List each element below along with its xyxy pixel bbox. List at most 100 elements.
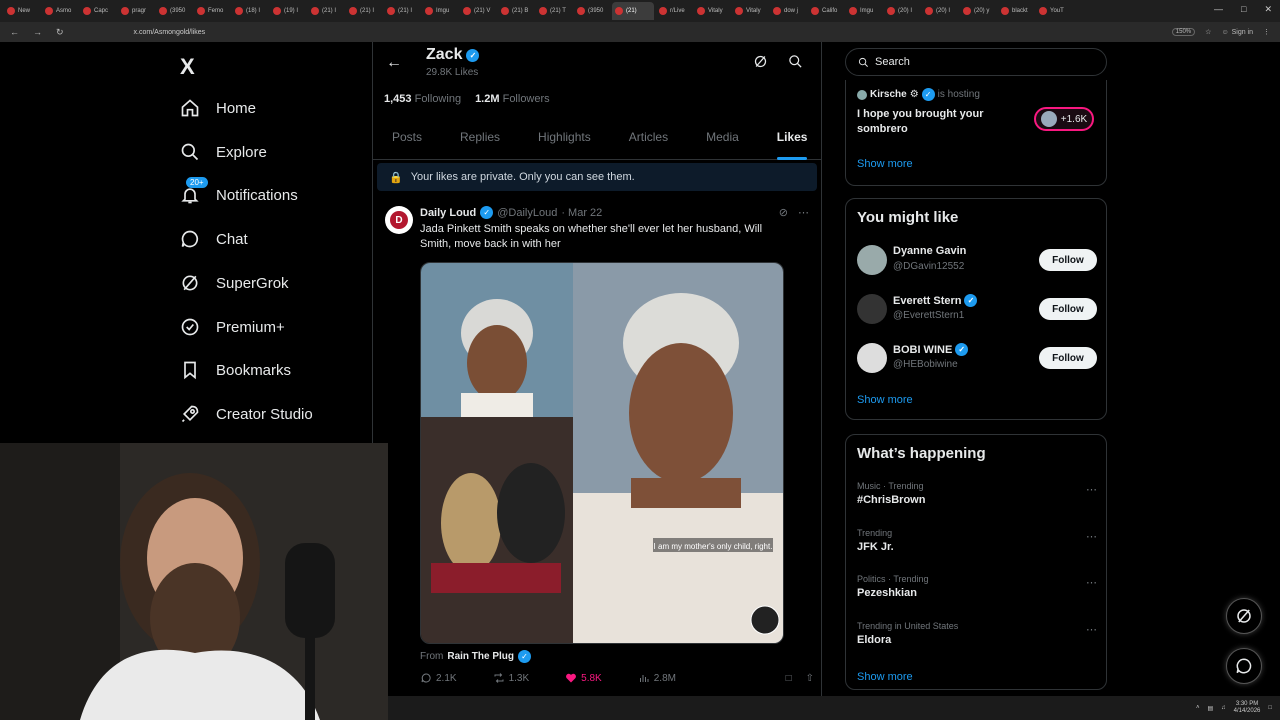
grok-header-icon[interactable]	[753, 54, 768, 69]
browser-tab[interactable]: (19) I	[270, 2, 306, 20]
search-header-icon[interactable]	[788, 54, 803, 69]
browser-tab[interactable]: (3950	[156, 2, 192, 20]
browser-tab[interactable]: (21) B	[498, 2, 534, 20]
tweet-media[interactable]: I am my mother's only child, right.	[420, 262, 784, 644]
browser-tab[interactable]: (21)	[612, 2, 654, 20]
tab-likes[interactable]: Likes	[758, 130, 827, 160]
show-more-spaces[interactable]: Show more	[857, 158, 913, 170]
browser-tab[interactable]: (21) I	[346, 2, 382, 20]
browser-tab[interactable]: (20) y	[960, 2, 996, 20]
network-icon[interactable]: ▤	[1208, 705, 1214, 712]
browser-tab[interactable]: Capc	[80, 2, 116, 20]
reply-button[interactable]: 2.1K	[420, 672, 457, 684]
more-options-icon[interactable]: ⋯	[798, 206, 809, 219]
followers-link[interactable]: 1.2M Followers	[475, 93, 550, 105]
space-host-name[interactable]: Kirsche	[870, 89, 907, 100]
share-icon[interactable]: ⇧	[806, 673, 814, 684]
nav-item-explore[interactable]: Explore	[180, 142, 267, 162]
views-button[interactable]: 2.8M	[638, 672, 676, 684]
browser-tab[interactable]: r/Live	[656, 2, 692, 20]
messages-fab[interactable]	[1226, 648, 1262, 684]
nav-item-home[interactable]: Home	[180, 98, 256, 118]
browser-tab[interactable]: Imgu	[422, 2, 458, 20]
browser-tab[interactable]: YouT	[1036, 2, 1072, 20]
more-options-icon[interactable]: ⋯	[1086, 483, 1097, 496]
browser-tab[interactable]: (21) I	[384, 2, 420, 20]
browser-tab[interactable]: Vitaly	[732, 2, 768, 20]
search-input[interactable]: Search	[845, 48, 1107, 76]
browser-tab[interactable]: (20) I	[884, 2, 920, 20]
url-field[interactable]: x.com/Asmongold/likes	[134, 29, 206, 36]
nav-item-premium[interactable]: Premium+	[180, 317, 285, 337]
like-button[interactable]: 5.8K	[565, 672, 602, 684]
repost-button[interactable]: 1.3K	[493, 672, 529, 684]
trend-item[interactable]: Trending in United States Eldora ⋯	[857, 621, 1097, 646]
back-arrow-icon[interactable]: ←	[386, 54, 402, 72]
browser-tab[interactable]: Asmo	[42, 2, 78, 20]
browser-tab[interactable]: Vitaly	[694, 2, 730, 20]
follow-button[interactable]: Follow	[1039, 347, 1097, 369]
trend-item[interactable]: Trending JFK Jr. ⋯	[857, 528, 1097, 553]
suggested-user[interactable]: Everett Stern ✓ @EverettStern1 Follow	[857, 292, 1097, 328]
suggested-user[interactable]: BOBI WINE ✓ @HEBobiwine Follow	[857, 341, 1097, 377]
browser-tab[interactable]: blackt	[998, 2, 1034, 20]
tab-highlights[interactable]: Highlights	[519, 130, 610, 160]
more-options-icon[interactable]: ⋯	[1086, 623, 1097, 636]
volume-icon[interactable]: ♫	[1221, 705, 1226, 711]
trend-item[interactable]: Politics · Trending Pezeshkian ⋯	[857, 574, 1097, 599]
zoom-level[interactable]: 150%	[1171, 28, 1196, 36]
browser-tab[interactable]: (20) I	[922, 2, 958, 20]
tweet-author[interactable]: Daily Loud	[420, 207, 476, 219]
tab-posts[interactable]: Posts	[373, 130, 441, 160]
trend-item[interactable]: Music · Trending #ChrisBrown ⋯	[857, 481, 1097, 506]
star-icon[interactable]: ☆	[1205, 28, 1211, 36]
menu-icon[interactable]: ⋮	[1263, 28, 1270, 36]
browser-tab[interactable]: pragr	[118, 2, 154, 20]
grok-fab[interactable]	[1226, 598, 1262, 634]
minimize-icon[interactable]: —	[1214, 4, 1223, 15]
nav-item-supergrok[interactable]: SuperGrok	[180, 273, 289, 293]
x-logo[interactable]: X	[180, 54, 195, 80]
more-options-icon[interactable]: ⋯	[1086, 530, 1097, 543]
nav-item-bookmarks[interactable]: Bookmarks	[180, 360, 291, 380]
show-more-trends[interactable]: Show more	[857, 671, 913, 683]
grok-tweet-icon[interactable]: ⊘	[779, 206, 788, 219]
reload-icon[interactable]: ↻	[56, 27, 64, 38]
tab-media[interactable]: Media	[687, 130, 758, 160]
browser-tab[interactable]: (3950	[574, 2, 610, 20]
nav-item-creator-studio[interactable]: Creator Studio	[180, 404, 313, 424]
browser-tab[interactable]: (21) V	[460, 2, 496, 20]
space-listeners[interactable]: +1.6K	[1034, 107, 1094, 131]
nav-item-notifications[interactable]: 20+ Notifications	[180, 177, 298, 205]
following-link[interactable]: 1,453 Following	[384, 93, 461, 105]
tray-chevron-icon[interactable]: ˄	[1196, 705, 1200, 711]
forward-nav-icon[interactable]: →	[33, 27, 42, 38]
tab-articles[interactable]: Articles	[610, 130, 687, 160]
space-title[interactable]: I hope you brought your sombrero	[857, 107, 1007, 137]
nav-item-chat[interactable]: Chat	[180, 229, 248, 249]
follow-button[interactable]: Follow	[1039, 298, 1097, 320]
tweet-date[interactable]: · Mar 22	[561, 207, 602, 219]
maximize-icon[interactable]: □	[1241, 4, 1246, 15]
back-nav-icon[interactable]: ←	[10, 27, 19, 38]
browser-tab[interactable]: Femo	[194, 2, 230, 20]
tweet-avatar[interactable]: D	[385, 206, 413, 234]
browser-tab[interactable]: Califo	[808, 2, 844, 20]
follow-button[interactable]: Follow	[1039, 249, 1097, 271]
browser-tab[interactable]: (21) T	[536, 2, 572, 20]
browser-tab[interactable]: Imgu	[846, 2, 882, 20]
browser-tab[interactable]: (21) I	[308, 2, 344, 20]
browser-tab[interactable]: New	[4, 2, 40, 20]
tab-replies[interactable]: Replies	[441, 130, 519, 160]
signin-button[interactable]: ☺ Sign in	[1221, 29, 1253, 36]
suggested-user[interactable]: Dyanne Gavin @DGavin12552 Follow	[857, 243, 1097, 279]
show-more-wtf[interactable]: Show more	[857, 394, 913, 406]
close-icon[interactable]: ✕	[1264, 4, 1272, 15]
notification-tray-icon[interactable]: □	[1268, 705, 1272, 711]
from-name[interactable]: Rain The Plug	[447, 651, 514, 662]
browser-tab[interactable]: (18) I	[232, 2, 268, 20]
more-options-icon[interactable]: ⋯	[1086, 576, 1097, 589]
bookmark-tweet-icon[interactable]: □	[786, 673, 792, 684]
browser-tab[interactable]: dow j	[770, 2, 806, 20]
tweet-handle[interactable]: @DailyLoud	[497, 207, 557, 219]
